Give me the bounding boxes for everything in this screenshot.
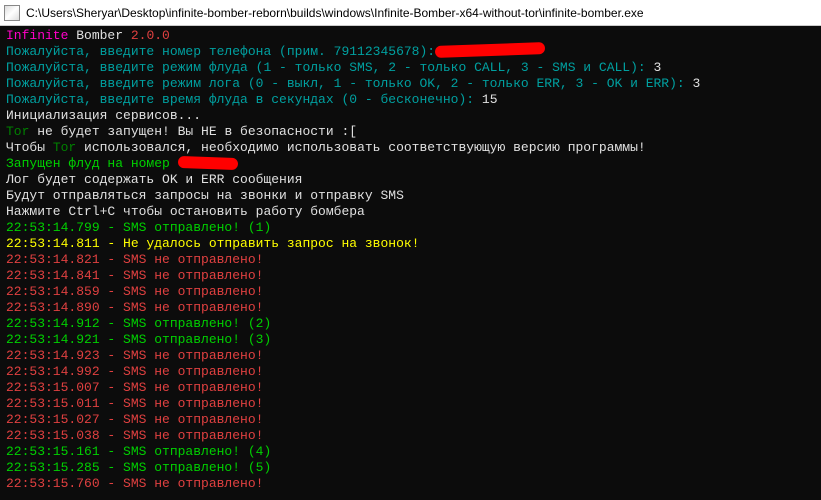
log-line: 22:53:14.799 - SMS отправлено! (1) — [6, 220, 815, 236]
log-line: 22:53:14.811 - Не удалось отправить запр… — [6, 236, 815, 252]
log-entry: 22:53:14.890 - SMS не отправлено! — [6, 300, 263, 315]
log-entry: 22:53:15.027 - SMS не отправлено! — [6, 412, 263, 427]
log-entry: 22:53:14.921 - SMS отправлено! (3) — [6, 332, 271, 347]
ctrlc-note: Нажмите Ctrl+C чтобы остановить работу б… — [6, 204, 815, 220]
log-line: 22:53:14.921 - SMS отправлено! (3) — [6, 332, 815, 348]
log-line: 22:53:15.161 - SMS отправлено! (4) — [6, 444, 815, 460]
log-line: 22:53:14.841 - SMS не отправлено! — [6, 268, 815, 284]
log-entry: 22:53:15.038 - SMS не отправлено! — [6, 428, 263, 443]
log-entry: 22:53:14.992 - SMS не отправлено! — [6, 364, 263, 379]
prompt-flood-mode: Пожалуйста, введите режим флуда (1 - тол… — [6, 60, 815, 76]
prompt-flood-mode-val: 3 — [654, 60, 662, 75]
redacted-phone — [435, 42, 545, 58]
log-line: 22:53:14.923 - SMS не отправлено! — [6, 348, 815, 364]
prompt-flood-time-text: Пожалуйста, введите время флуда в секунд… — [6, 92, 482, 107]
log-line: 22:53:15.760 - SMS не отправлено! — [6, 476, 815, 492]
prompt-phone: Пожалуйста, введите номер телефона (прим… — [6, 44, 815, 60]
tor-word: Tor — [6, 124, 29, 139]
log-note: Лог будет содержать OK и ERR сообщения — [6, 172, 815, 188]
init-services: Инициализация сервисов... — [6, 108, 815, 124]
log-entry: 22:53:14.923 - SMS не отправлено! — [6, 348, 263, 363]
log-entry: 22:53:14.799 - SMS отправлено! (1) — [6, 220, 271, 235]
prompt-log-mode-text: Пожалуйста, введите режим лога (0 - выкл… — [6, 76, 693, 91]
prompt-flood-mode-text: Пожалуйста, введите режим флуда (1 - тол… — [6, 60, 654, 75]
prompt-log-mode: Пожалуйста, введите режим лога (0 - выкл… — [6, 76, 815, 92]
log-line: 22:53:15.007 - SMS не отправлено! — [6, 380, 815, 396]
log-line: 22:53:15.011 - SMS не отправлено! — [6, 396, 815, 412]
log-line: 22:53:14.821 - SMS не отправлено! — [6, 252, 815, 268]
tor-hint: Чтобы Tor использовался, необходимо испо… — [6, 140, 815, 156]
log-entry: 22:53:14.841 - SMS не отправлено! — [6, 268, 263, 283]
tor-warning: Tor не будет запущен! Вы НЕ в безопаснос… — [6, 124, 815, 140]
log-line: 22:53:14.890 - SMS не отправлено! — [6, 300, 815, 316]
terminal-output[interactable]: Infinite Bomber 2.0.0 Пожалуйста, введит… — [0, 26, 821, 500]
log-entry: 22:53:14.859 - SMS не отправлено! — [6, 284, 263, 299]
banner-version: 2.0.0 — [131, 28, 170, 43]
banner-rest: Bomber — [68, 28, 130, 43]
log-line: 22:53:15.038 - SMS не отправлено! — [6, 428, 815, 444]
window-title: C:\Users\Sheryar\Desktop\infinite-bomber… — [26, 6, 644, 20]
tor-hint-post: использовался, необходимо использовать с… — [76, 140, 646, 155]
prompt-log-mode-val: 3 — [693, 76, 701, 91]
prompt-flood-time-val: 15 — [482, 92, 498, 107]
log-container: 22:53:14.799 - SMS отправлено! (1)22:53:… — [6, 220, 815, 492]
prompt-flood-time: Пожалуйста, введите время флуда в секунд… — [6, 92, 815, 108]
log-line: 22:53:14.912 - SMS отправлено! (2) — [6, 316, 815, 332]
banner-name: Infinite — [6, 28, 68, 43]
app-icon — [4, 5, 20, 21]
log-entry: 22:53:15.161 - SMS отправлено! (4) — [6, 444, 271, 459]
tor-rest: не будет запущен! Вы НЕ в безопасности :… — [29, 124, 357, 139]
tor-hint-word: Tor — [53, 140, 76, 155]
log-line: 22:53:15.285 - SMS отправлено! (5) — [6, 460, 815, 476]
banner-line: Infinite Bomber 2.0.0 — [6, 28, 815, 44]
log-entry: 22:53:15.285 - SMS отправлено! (5) — [6, 460, 271, 475]
log-entry: 22:53:15.760 - SMS не отправлено! — [6, 476, 263, 491]
log-line: 22:53:15.027 - SMS не отправлено! — [6, 412, 815, 428]
tor-hint-pre: Чтобы — [6, 140, 53, 155]
log-entry: 22:53:14.821 - SMS не отправлено! — [6, 252, 263, 267]
send-note: Будут отправляться запросы на звонки и о… — [6, 188, 815, 204]
log-line: 22:53:14.992 - SMS не отправлено! — [6, 364, 815, 380]
flood-started-text: Запущен флуд на номер — [6, 156, 178, 171]
log-entry: 22:53:15.011 - SMS не отправлено! — [6, 396, 263, 411]
prompt-phone-text: Пожалуйста, введите номер телефона (прим… — [6, 44, 435, 59]
window-titlebar[interactable]: C:\Users\Sheryar\Desktop\infinite-bomber… — [0, 0, 821, 26]
log-line: 22:53:14.859 - SMS не отправлено! — [6, 284, 815, 300]
log-entry: 22:53:14.912 - SMS отправлено! (2) — [6, 316, 271, 331]
log-entry: 22:53:15.007 - SMS не отправлено! — [6, 380, 263, 395]
log-entry: 22:53:14.811 - Не удалось отправить запр… — [6, 236, 419, 251]
flood-started: Запущен флуд на номер — [6, 156, 815, 172]
redacted-number — [177, 156, 237, 170]
